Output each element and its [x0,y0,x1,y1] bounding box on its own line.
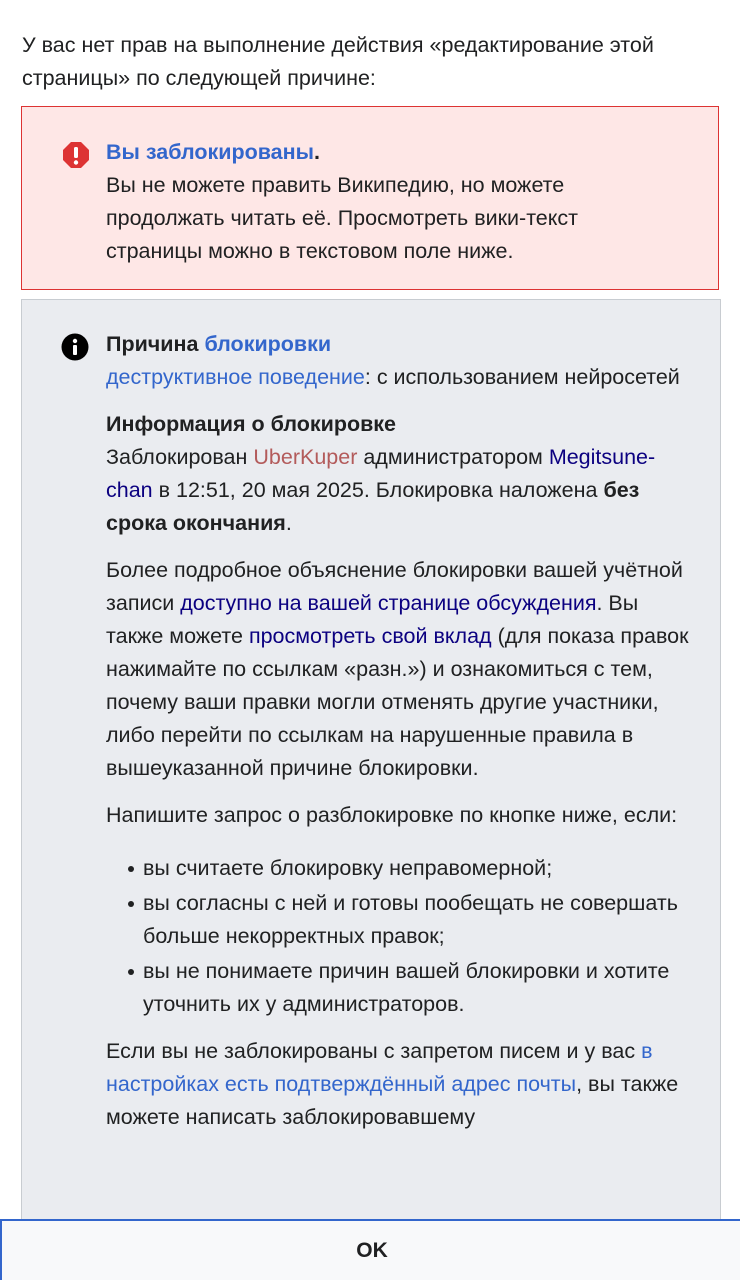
ok-button[interactable]: OK [2,1221,740,1280]
dialog-footer: OK [0,1219,740,1280]
block-info-title: Информация о блокировке [106,412,397,436]
blocked-user-link[interactable]: UberKuper [253,445,357,469]
block-notice-dialog: У вас нет прав на выполнение действия «р… [0,0,740,1280]
contributions-link[interactable]: просмотреть свой вклад [249,624,492,648]
reason-value-text: : с использованием нейросетей [364,365,680,389]
bullet-icon [128,969,134,975]
list-item: вы не понимаете причин вашей блокировки … [106,955,696,1021]
email-note: Если вы не заблокированы с запретом писе… [106,1035,696,1134]
info-body: Причина блокировки деструктивное поведен… [106,328,696,1148]
block-info-message: Причина блокировки деструктивное поведен… [21,299,721,1259]
error-title-suffix: . [313,140,320,164]
list-item-text: вы не понимаете причин вашей блокировки … [143,959,670,1016]
error-title: Вы заблокированы. [106,136,666,169]
list-item-text: вы считаете блокировку неправомерной; [143,856,553,880]
blocked-prefix: Заблокирован [106,445,248,469]
error-exclamation-icon [63,142,89,168]
unblock-conditions-list: вы считаете блокировку неправомерной; вы… [106,846,696,1021]
reason-label: Причина [106,332,199,356]
email-note-text-1: Если вы не заблокированы с запретом писе… [106,1039,636,1063]
bullet-icon [128,901,134,907]
blocked-link[interactable]: Вы заблокированы [106,140,314,164]
list-item: вы согласны с ней и готовы пообещать не … [106,887,696,953]
block-explanation: Более подробное объяснение блокировки ва… [106,554,696,785]
error-text: Вы заблокированы. Вы не можете править В… [106,136,666,268]
error-body: Вы не можете править Википедию, но может… [106,173,579,263]
block-reason: Причина блокировки деструктивное поведен… [106,328,696,394]
block-policy-link[interactable]: блокировки [204,332,331,356]
list-item: вы считаете блокировку неправомерной; [106,852,696,885]
blocked-error-message: Вы заблокированы. Вы не можете править В… [21,106,719,290]
block-details: Информация о блокировке Заблокирован Ube… [106,408,696,540]
duration-suffix: . [285,511,292,535]
unblock-request-intro: Напишите запрос о разблокировке по кнопк… [106,803,678,827]
info-icon [61,333,89,361]
bullet-icon [128,866,134,872]
permission-intro-text: У вас нет прав на выполнение действия «р… [22,33,654,90]
admin-word: администратором [363,445,543,469]
list-item-text: вы согласны с ней и готовы пообещать не … [143,891,678,948]
talk-page-link[interactable]: доступно на вашей странице обсуждения [180,591,596,615]
disruptive-behavior-link[interactable]: деструктивное поведение [106,365,365,389]
block-time: в 12:51, 20 мая 2025. Блокировка наложен… [158,478,598,502]
